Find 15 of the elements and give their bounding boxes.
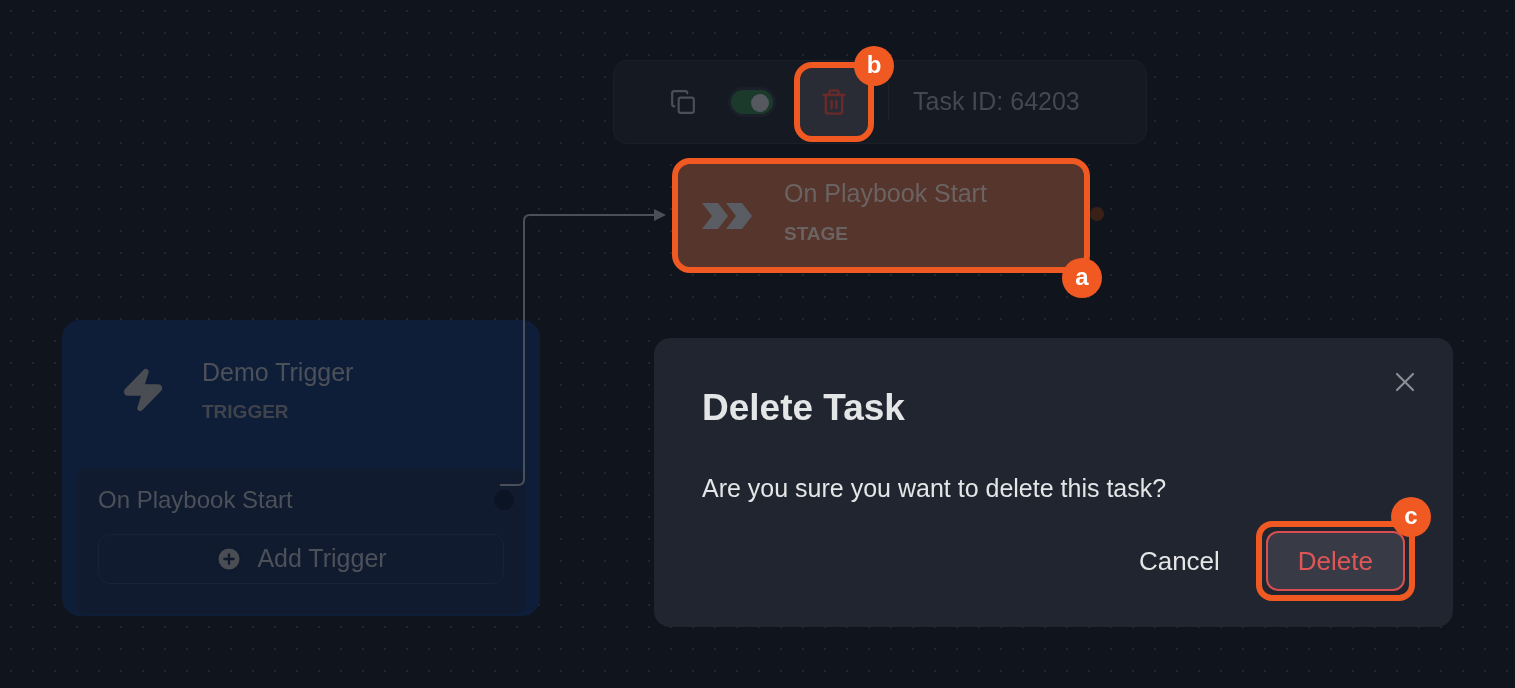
output-port xyxy=(1090,207,1104,221)
callout-badge: b xyxy=(854,46,894,86)
callout-badge: a xyxy=(1062,258,1102,298)
copy-icon[interactable] xyxy=(670,89,696,115)
toggle-switch[interactable] xyxy=(728,87,776,117)
trash-icon xyxy=(820,88,848,116)
delete-confirm-button[interactable]: Delete xyxy=(1265,531,1405,591)
trigger-item[interactable]: On Playbook Start xyxy=(98,482,293,518)
cancel-button[interactable]: Cancel xyxy=(1138,531,1220,591)
double-chevron-icon xyxy=(702,202,754,229)
dialog-message: Are you sure you want to delete this task? xyxy=(702,472,1168,504)
node-title: Demo Trigger xyxy=(202,357,354,388)
dialog-title: Delete Task xyxy=(702,386,905,430)
callout-badge: c xyxy=(1391,497,1431,537)
add-trigger-button[interactable]: Add Trigger xyxy=(98,534,504,584)
